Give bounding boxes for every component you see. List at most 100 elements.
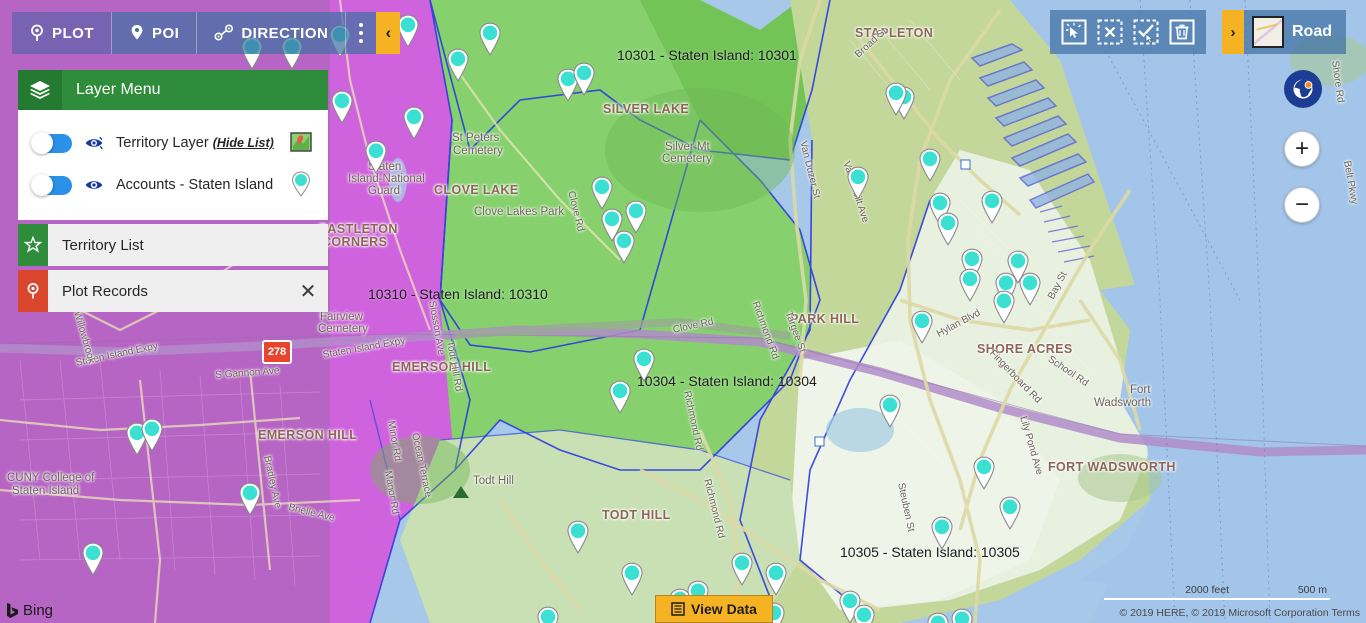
map-pin[interactable] xyxy=(478,22,502,56)
map-pin[interactable] xyxy=(972,456,996,490)
view-data-button[interactable]: View Data xyxy=(655,595,773,623)
bing-label: Bing xyxy=(23,602,54,619)
map-pin[interactable] xyxy=(364,140,388,174)
trash-icon xyxy=(1169,19,1195,45)
neighborhood-label: PARK HILL xyxy=(790,312,860,326)
plot-records-bar[interactable]: Plot Records ✕ xyxy=(18,270,328,312)
map-pin[interactable] xyxy=(81,542,105,576)
street-label: Fingerboard Rd xyxy=(987,348,1044,406)
map-pin[interactable] xyxy=(958,268,982,302)
map-pin[interactable] xyxy=(572,62,596,96)
accounts-visibility-icon[interactable] xyxy=(84,177,104,193)
plot-records-close-button[interactable]: ✕ xyxy=(288,279,328,304)
street-label: Manor Rd xyxy=(382,470,401,516)
neighborhood-label: CLOVE LAKE xyxy=(434,183,519,197)
clear-selection-tool-button[interactable] xyxy=(1092,15,1128,49)
map-pin[interactable] xyxy=(446,48,470,82)
map-pin[interactable] xyxy=(852,604,876,623)
poi-label: Cemetery xyxy=(318,323,368,335)
map-pin[interactable] xyxy=(632,348,656,382)
poi-button[interactable]: POI xyxy=(112,12,198,54)
delete-tool-button[interactable] xyxy=(1164,15,1200,49)
map-type-expand-button[interactable]: › xyxy=(1222,10,1244,54)
street-label: Belt Pkwy xyxy=(1341,160,1360,206)
map-pin[interactable] xyxy=(764,562,788,596)
map-pin[interactable] xyxy=(950,608,974,623)
map-pin[interactable] xyxy=(878,394,902,428)
globe-icon xyxy=(1290,76,1316,102)
poi-label: CUNY College of xyxy=(7,472,95,484)
street-label: Targee St xyxy=(782,310,808,354)
zoom-out-button[interactable]: − xyxy=(1284,187,1320,223)
map-pin[interactable] xyxy=(238,482,262,516)
street-label: Ocean Terrace xyxy=(409,432,434,499)
map-pin[interactable] xyxy=(590,176,614,210)
neighborhood-label: FORT WADSWORTH xyxy=(1048,460,1176,474)
neighborhood-label: CASTLETON xyxy=(318,222,398,236)
toolbar-collapse-button[interactable]: ‹ xyxy=(376,12,401,54)
territory-layer-toggle[interactable] xyxy=(31,132,72,154)
map-pin[interactable] xyxy=(612,230,636,264)
map-pin[interactable] xyxy=(936,212,960,246)
direction-button[interactable]: DIRECTION xyxy=(197,12,347,54)
map-pin[interactable] xyxy=(620,562,644,596)
neighborhood-label: EMERSON HILL xyxy=(392,360,492,374)
map-pin[interactable] xyxy=(884,82,908,116)
map-pin[interactable] xyxy=(1018,272,1042,306)
toolbar-more-menu[interactable] xyxy=(346,12,377,54)
map-pin[interactable] xyxy=(910,310,934,344)
clear-selection-icon xyxy=(1097,19,1123,45)
map-type-thumbnail[interactable] xyxy=(1252,16,1284,48)
layer-row-territory: Territory Layer (Hide List) xyxy=(18,122,328,164)
chevron-right-icon: › xyxy=(1230,23,1236,41)
poi-label: Cemetery xyxy=(453,145,503,157)
map-pin[interactable] xyxy=(998,496,1022,530)
map-pin[interactable] xyxy=(402,106,426,140)
bing-logo[interactable]: Bing xyxy=(6,602,53,619)
map-pin[interactable] xyxy=(980,190,1004,224)
map-pin[interactable] xyxy=(846,166,870,200)
map-pin[interactable] xyxy=(140,418,164,452)
street-label: Hylan Blvd xyxy=(935,307,983,340)
street-label: S Gannon Ave xyxy=(215,365,280,381)
territory-visibility-icon[interactable] xyxy=(84,135,104,151)
accounts-layer-toggle[interactable] xyxy=(31,174,72,196)
territory-label: 10301 - Staten Island: 10301 xyxy=(617,47,797,63)
locate-me-button[interactable] xyxy=(1284,70,1322,108)
poi-label: Todt Hill xyxy=(473,475,514,487)
territory-list-label: Territory List xyxy=(62,236,144,254)
select-point-tool-button[interactable] xyxy=(1056,15,1092,49)
toggle-knob xyxy=(31,174,53,196)
territory-list-bar[interactable]: Territory List xyxy=(18,224,328,266)
map-pin[interactable] xyxy=(992,290,1016,324)
select-area-tool-button[interactable] xyxy=(1128,15,1164,49)
map-pin[interactable] xyxy=(918,148,942,182)
territory-label: 10304 - Staten Island: 10304 xyxy=(637,373,817,389)
map-pin[interactable] xyxy=(926,612,950,623)
street-label: Steuben St xyxy=(895,482,917,533)
territory-hide-list-link[interactable]: (Hide List) xyxy=(213,136,274,150)
map-type-control: › Road xyxy=(1222,10,1346,54)
territory-thumbnail-icon xyxy=(290,131,312,152)
map-pin[interactable] xyxy=(330,90,354,124)
map-application: 278 10301 - Staten Island: 10301 10310 - … xyxy=(0,0,1366,623)
street-label: Broad St xyxy=(853,25,890,61)
map-pin[interactable] xyxy=(930,516,954,550)
map-pin[interactable] xyxy=(730,552,754,586)
poi-label: Island-National xyxy=(348,173,425,185)
plot-button[interactable]: PLOT xyxy=(12,12,112,54)
map-pin[interactable] xyxy=(624,200,648,234)
map-pin[interactable] xyxy=(566,520,590,554)
map-pin[interactable] xyxy=(536,606,560,623)
street-label: Bay St xyxy=(1046,269,1070,302)
zoom-in-button[interactable]: + xyxy=(1284,131,1320,167)
map-action-toolbar: PLOT POI DIRECTION ‹ xyxy=(12,12,401,54)
street-label: Minor Rd xyxy=(385,420,404,462)
minus-icon: − xyxy=(1294,191,1309,218)
poi-label: Wadsworth xyxy=(1094,397,1152,409)
layer-row-accounts: Accounts - Staten Island xyxy=(18,164,328,206)
scale-feet: 2000 feet xyxy=(1104,584,1232,600)
map-pin[interactable] xyxy=(608,380,632,414)
poi-label: Clove Lakes Park xyxy=(474,206,565,218)
street-label: Richmond Rd xyxy=(701,478,727,540)
